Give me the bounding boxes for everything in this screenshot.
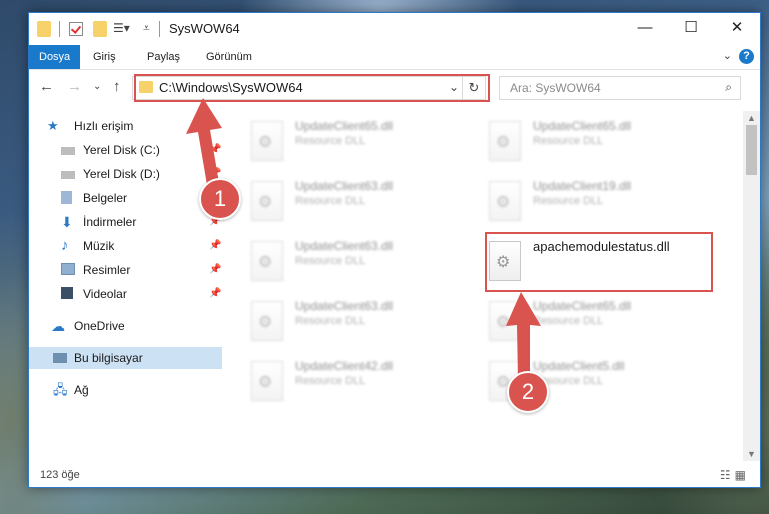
step-badge-2: 2 <box>507 371 549 413</box>
arrow-2 <box>506 292 541 380</box>
step-badge-1: 1 <box>199 178 241 220</box>
arrow-1 <box>186 98 222 185</box>
annotation-arrows <box>186 98 541 380</box>
